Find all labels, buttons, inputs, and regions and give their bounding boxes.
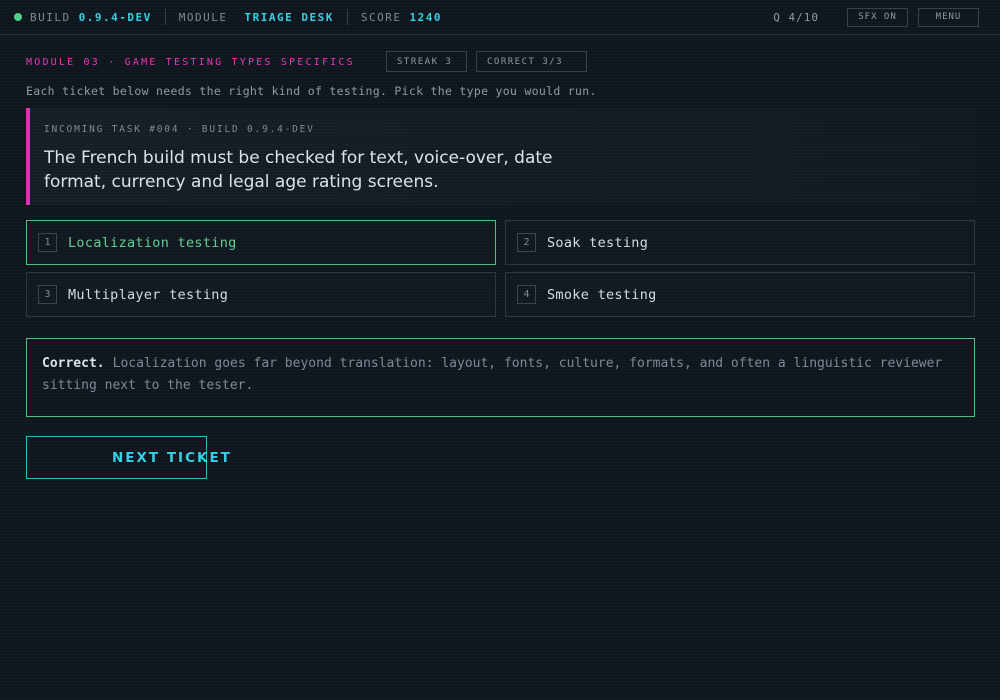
score-label: SCORE [360, 10, 402, 24]
module-heading: MODULE 03 · GAME TESTING TYPES SPECIFICS [26, 57, 355, 68]
question-counter: Q 4/10 [773, 10, 819, 24]
menu-button[interactable]: MENU [918, 7, 979, 27]
option-number: 3 [38, 285, 57, 304]
option-label: Soak testing [547, 234, 649, 251]
build-value: 0.9.4-DEV [78, 10, 152, 24]
ticket-card: INCOMING TASK #004 · BUILD 0.9.4-DEV The… [26, 108, 975, 205]
build-label: BUILD [30, 10, 71, 24]
feedback-title: Correct. [42, 356, 105, 371]
divider [346, 9, 348, 25]
option-label: Localization testing [68, 234, 237, 251]
answer-option-multiplayer[interactable]: 3 Multiplayer testing [26, 272, 496, 317]
top-status-bar: BUILD 0.9.4-DEV MODULE TRIAGE DESK SCORE… [0, 0, 1000, 35]
next-ticket-button[interactable]: NEXT TICKET [26, 436, 230, 479]
module-value: TRIAGE DESK [244, 10, 334, 24]
streak-badge: STREAK 3 [386, 51, 467, 72]
option-number: 2 [517, 233, 536, 252]
score-value: 1240 [409, 10, 442, 24]
build-status-icon [14, 13, 22, 21]
answer-option-soak[interactable]: 2 Soak testing [505, 220, 975, 265]
answer-option-smoke[interactable]: 4 Smoke testing [505, 272, 975, 317]
module-label: MODULE [178, 10, 228, 24]
answer-option-localization[interactable]: 1 Localization testing [26, 220, 496, 265]
option-number: 4 [517, 285, 536, 304]
next-ticket-label: NEXT TICKET [112, 450, 232, 466]
instructions-text: Each ticket below needs the right kind o… [26, 84, 597, 98]
option-label: Smoke testing [547, 286, 657, 303]
divider [164, 9, 166, 25]
option-label: Multiplayer testing [68, 286, 229, 303]
feedback-body: Localization goes far beyond translation… [42, 356, 943, 393]
ticket-meta: INCOMING TASK #004 · BUILD 0.9.4-DEV [44, 124, 315, 135]
feedback-panel: Correct. Localization goes far beyond tra… [26, 338, 975, 417]
sfx-toggle-button[interactable]: SFX ON [847, 7, 908, 27]
ticket-description: The French build must be checked for tex… [44, 148, 553, 192]
correct-count-badge: CORRECT 3/3 [476, 51, 587, 72]
option-number: 1 [38, 233, 57, 252]
